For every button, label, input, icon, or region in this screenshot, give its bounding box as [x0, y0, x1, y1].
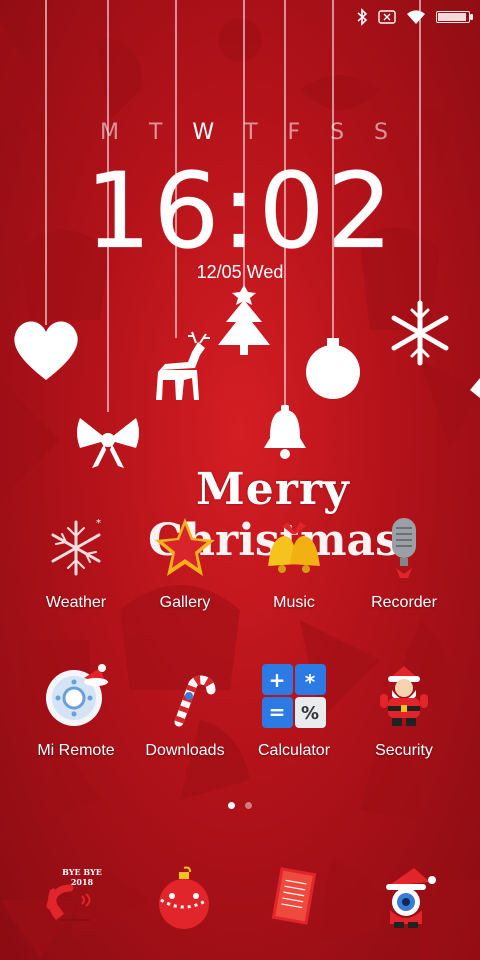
dock-notes[interactable] — [236, 866, 356, 930]
clock-hours: 16 — [85, 150, 222, 273]
page-dot-active[interactable] — [228, 802, 235, 809]
snowflake-ornament-icon — [391, 300, 449, 366]
app-gallery[interactable]: Gallery — [125, 516, 245, 612]
star-icon — [153, 516, 217, 580]
calc-plus: + — [269, 668, 286, 692]
app-label: Music — [273, 594, 315, 611]
app-label: Weather — [45, 594, 107, 611]
weekday-letter: M — [100, 120, 121, 145]
notes-icon — [264, 866, 328, 930]
remote-icon — [44, 664, 108, 728]
app-label: Calculator — [257, 742, 331, 759]
app-music[interactable]: Music — [234, 516, 354, 612]
phone-icon: BYE BYE 2018 — [30, 866, 110, 930]
dock-phone[interactable]: BYE BYE 2018 — [10, 866, 130, 930]
svg-text:*: * — [96, 518, 101, 529]
page-dot[interactable] — [245, 802, 252, 809]
weekday-letter: W — [192, 120, 217, 145]
weekday-letter: S — [330, 120, 347, 145]
app-security[interactable]: Security — [344, 664, 464, 760]
battery-icon — [436, 11, 473, 23]
ornament-ball-icon — [152, 866, 216, 930]
snowflake-icon: * — [44, 516, 108, 580]
dock-phone-badge-line1: BYE BYE — [62, 867, 102, 877]
weekday-letter: F — [287, 120, 303, 145]
weekday-letter: S — [374, 120, 390, 145]
date-label: 12/05 Wed — [196, 262, 284, 282]
dock-phone-badge-line2: 2018 — [71, 877, 94, 887]
clock-minutes: 02 — [258, 150, 395, 273]
weekday-letter: T — [244, 120, 260, 145]
santa-icon — [372, 664, 436, 728]
ball-ornament-icon — [306, 338, 360, 399]
app-label: Downloads — [145, 742, 225, 759]
no-sim-icon — [378, 10, 396, 24]
bow-ornament-icon — [77, 418, 139, 468]
clock: 16:02 — [0, 150, 480, 273]
app-label: Gallery — [159, 594, 211, 611]
camera-santa-icon — [374, 866, 438, 930]
app-downloads[interactable]: Downloads — [125, 664, 245, 760]
weekday-letter: T — [148, 120, 165, 145]
heart-ornament-icon — [14, 321, 78, 380]
bell-ornament-icon — [264, 405, 306, 459]
calc-times: * — [305, 670, 316, 694]
app-calculator[interactable]: + * = % Calculator — [234, 664, 354, 760]
candy-cane-icon — [153, 664, 217, 728]
dock-ornament[interactable] — [124, 866, 244, 930]
app-mi-remote[interactable]: Mi Remote — [16, 664, 136, 760]
clock-separator: : — [221, 150, 259, 273]
app-label: Recorder — [371, 594, 437, 611]
bells-icon — [262, 516, 326, 580]
reindeer-ornament-icon — [156, 331, 210, 400]
star-partial-icon — [470, 378, 480, 398]
tree-ornament-icon — [218, 285, 270, 355]
app-label: Security — [375, 742, 433, 759]
calc-equals: = — [269, 700, 286, 724]
greeting-merry: Merry — [196, 464, 350, 515]
wifi-icon — [407, 10, 425, 24]
microphone-icon — [372, 516, 436, 580]
app-weather[interactable]: * Weather — [16, 516, 136, 612]
app-label: Mi Remote — [37, 742, 115, 759]
status-bar — [356, 6, 473, 28]
dock-camera[interactable] — [346, 866, 466, 930]
weekday-row: MTWTFSS — [100, 120, 390, 145]
page-indicator — [0, 802, 480, 809]
calculator-icon: + * = % — [262, 664, 326, 728]
calc-percent: % — [301, 703, 319, 724]
app-recorder[interactable]: Recorder — [344, 516, 464, 612]
bluetooth-icon — [357, 8, 368, 26]
